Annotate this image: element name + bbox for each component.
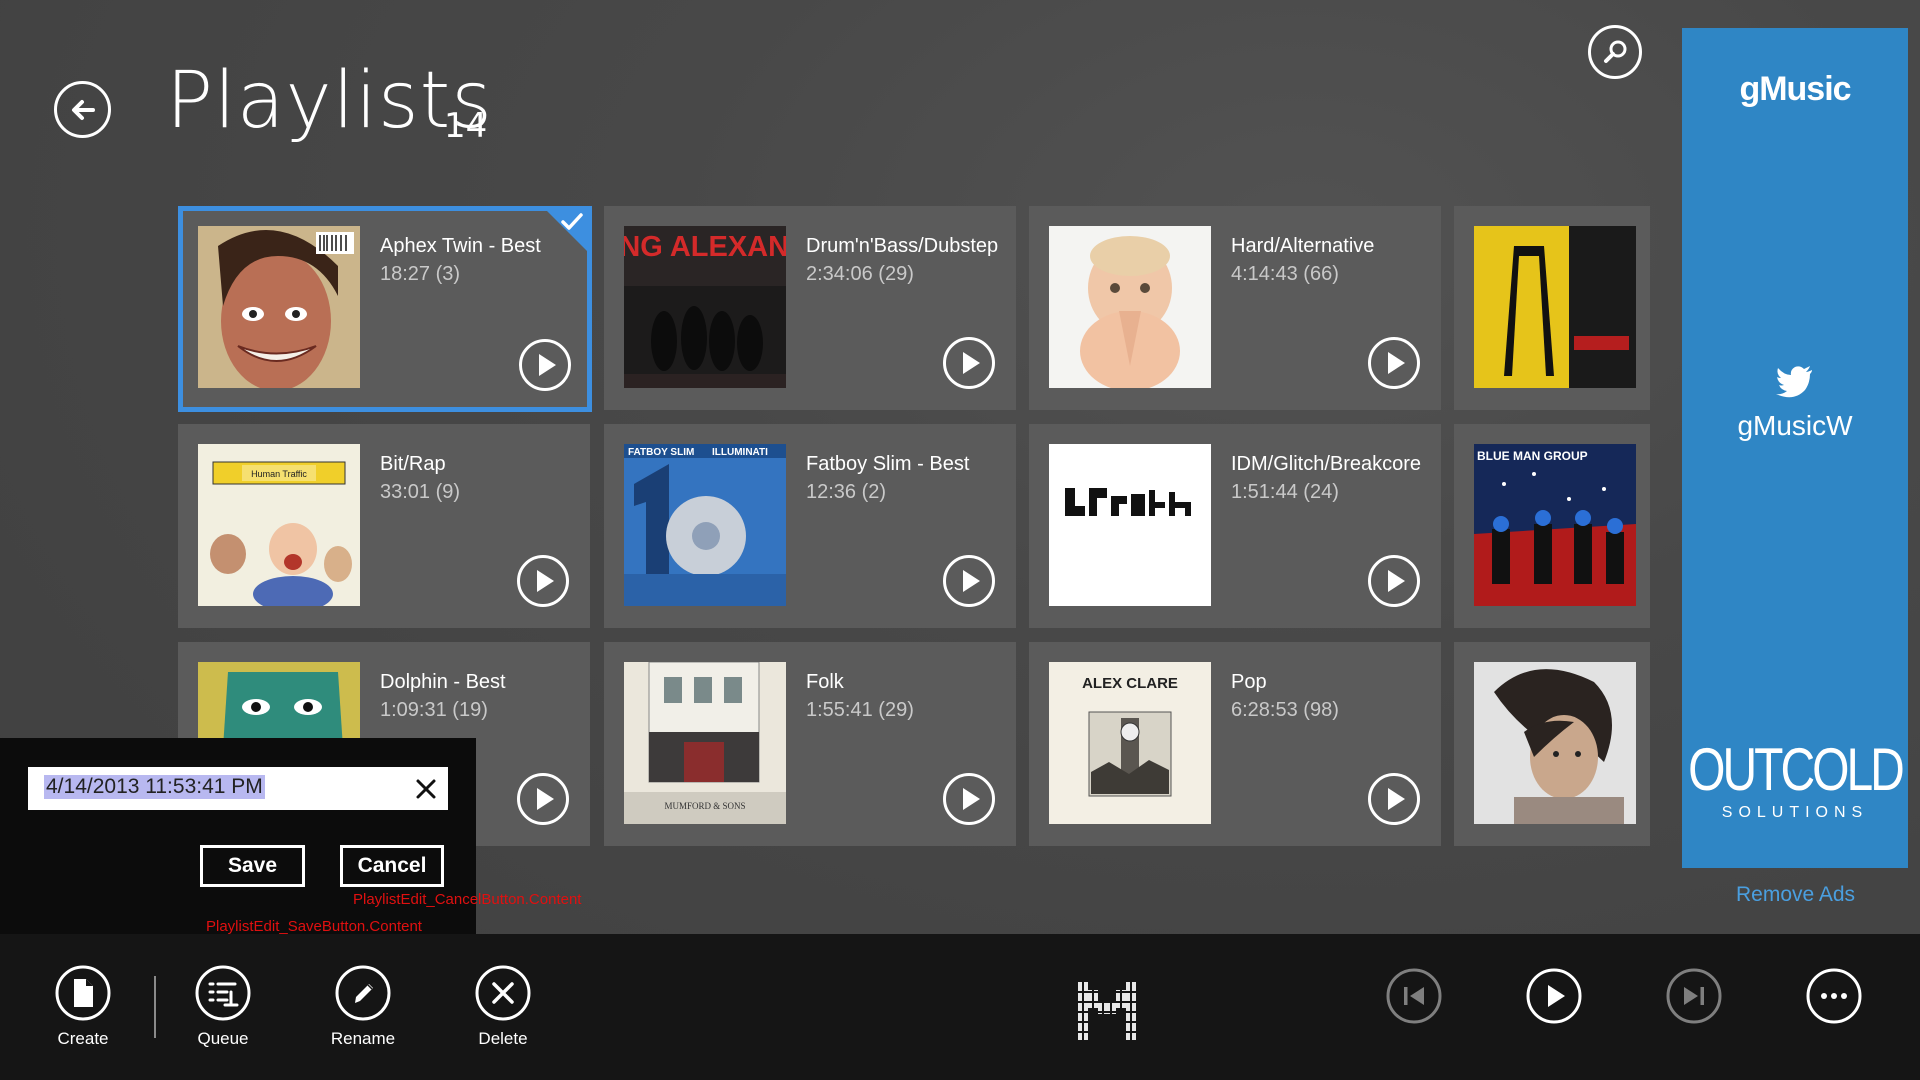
album-art [198, 226, 360, 388]
previous-track-icon[interactable] [1386, 968, 1442, 1024]
playlist-tile[interactable] [1454, 642, 1650, 846]
playlist-duration: 33:01 (9) [380, 481, 461, 503]
play-icon[interactable] [942, 772, 996, 826]
gmusic-logo: gMusic [1739, 70, 1851, 108]
playlist-title: IDM/Glitch/Breakcore [1231, 453, 1422, 475]
playlist-tile[interactable]: FATBOY SLIM ILLUMINATI Fatboy Slim - Bes… [604, 424, 1016, 628]
play-icon[interactable] [518, 338, 572, 392]
search-button[interactable] [1588, 25, 1642, 79]
playlist-title: Folk [806, 671, 844, 693]
rename-icon[interactable] [335, 965, 391, 1021]
ad-panel[interactable]: gMusic gMusicW OUTCOLD SOLUTIONS [1682, 28, 1908, 868]
playlist-count: 14 [444, 106, 488, 146]
create-button-label: Create [57, 1029, 109, 1048]
play-pause-icon[interactable] [1526, 968, 1582, 1024]
create-icon[interactable] [55, 965, 111, 1021]
playlist-title: Drum'n'Bass/Dubstep [806, 235, 999, 257]
play-icon[interactable] [1367, 554, 1421, 608]
album-art [1049, 226, 1211, 388]
playlist-tile[interactable]: Hard/Alternative 4:14:43 (66) [1029, 206, 1441, 410]
play-icon[interactable] [1367, 772, 1421, 826]
twitter-icon [1776, 366, 1812, 398]
play-icon[interactable] [942, 554, 996, 608]
save-button[interactable]: Save [200, 845, 305, 887]
playlist-title: Pop [1231, 671, 1267, 693]
rename-button-label: Rename [330, 1029, 396, 1048]
album-art [1474, 226, 1636, 388]
album-art: Human Traffic [198, 444, 360, 606]
playlist-duration: 12:36 (2) [806, 481, 887, 503]
gmusic-logo-icon [1076, 980, 1138, 1042]
back-button[interactable] [54, 81, 111, 138]
album-text: ILLUMINATI [712, 447, 768, 458]
remove-ads-link[interactable]: Remove Ads [1736, 883, 1855, 907]
clear-icon[interactable] [415, 778, 437, 800]
playlist-tile[interactable]: Aphex Twin - Best 18:27 (3) [178, 206, 592, 412]
more-options-icon[interactable] [1806, 968, 1862, 1024]
save-resource-key: PlaylistEdit_SaveButton.Content [206, 918, 422, 935]
playlist-title: Hard/Alternative [1231, 235, 1375, 257]
app-bar-separator [154, 976, 156, 1038]
playlist-tile[interactable]: BLUE MAN GROUP [1454, 424, 1650, 628]
checkmark-icon [561, 213, 583, 230]
delete-button-label: Delete [478, 1029, 528, 1048]
playlist-tile[interactable]: IDM/Glitch/Breakcore 1:51:44 (24) [1029, 424, 1441, 628]
cancel-button[interactable]: Cancel [340, 845, 444, 887]
playlist-duration: 1:51:44 (24) [1231, 481, 1339, 503]
album-art: ALEX CLARE [1049, 662, 1211, 824]
playlist-name-input[interactable]: 4/14/2013 11:53:41 PM [28, 767, 448, 810]
play-icon[interactable] [942, 336, 996, 390]
twitter-handle: gMusicW [1737, 410, 1853, 441]
app-bar [0, 934, 1920, 1080]
album-art: FATBOY SLIM ILLUMINATI [624, 444, 786, 606]
album-art: MUMFORD & SONS [624, 662, 786, 824]
playlist-title: Dolphin - Best [380, 671, 506, 693]
playlist-duration: 1:55:41 (29) [806, 699, 914, 721]
playlist-duration: 6:28:53 (98) [1231, 699, 1339, 721]
album-art [1474, 662, 1636, 824]
album-art: BLUE MAN GROUP [1474, 444, 1636, 606]
album-text: BLUE MAN GROUP [1477, 449, 1588, 463]
album-art [1049, 444, 1211, 606]
queue-icon[interactable] [195, 965, 251, 1021]
album-text: ASKING ALEXANDRIA [624, 231, 786, 263]
playlist-duration: 1:09:31 (19) [380, 699, 488, 721]
sponsor-logo: OUTCOLD [1688, 737, 1905, 804]
playlist-duration: 4:14:43 (66) [1231, 263, 1339, 285]
album-text: ALEX CLARE [1082, 675, 1178, 692]
search-icon [1604, 40, 1627, 63]
queue-button-label: Queue [197, 1029, 249, 1048]
play-icon[interactable] [516, 554, 570, 608]
playlist-tile[interactable]: MUMFORD & SONS Folk 1:55:41 (29) [604, 642, 1016, 846]
playlist-name-value: 4/14/2013 11:53:41 PM [44, 775, 265, 799]
playlist-duration: 18:27 (3) [380, 263, 461, 285]
arrow-left-icon [71, 99, 95, 120]
playlist-tile[interactable]: Human Traffic Bit/Rap 33:01 (9) [178, 424, 590, 628]
next-track-icon[interactable] [1666, 968, 1722, 1024]
playlist-duration: 2:34:06 (29) [806, 263, 914, 285]
playlist-tile[interactable]: ASKING ALEXANDRIA Drum'n'Bass/Dubstep 2:… [604, 206, 1016, 410]
sponsor-subtitle: SOLUTIONS [1721, 804, 1869, 821]
playlist-tile[interactable] [1454, 206, 1650, 410]
album-text: FATBOY SLIM [628, 447, 694, 458]
delete-icon[interactable] [475, 965, 531, 1021]
playlist-title: Fatboy Slim - Best [806, 453, 970, 475]
cancel-resource-key: PlaylistEdit_CancelButton.Content [353, 891, 582, 908]
playlist-title: Aphex Twin - Best [380, 235, 541, 257]
album-text: MUMFORD & SONS [664, 801, 745, 811]
album-art: ASKING ALEXANDRIA [624, 226, 786, 388]
album-text: Human Traffic [251, 469, 307, 479]
playlist-tile[interactable]: ALEX CLARE Pop 6:28:53 (98) [1029, 642, 1441, 846]
play-icon[interactable] [516, 772, 570, 826]
playlist-title: Bit/Rap [380, 453, 446, 475]
play-icon[interactable] [1367, 336, 1421, 390]
